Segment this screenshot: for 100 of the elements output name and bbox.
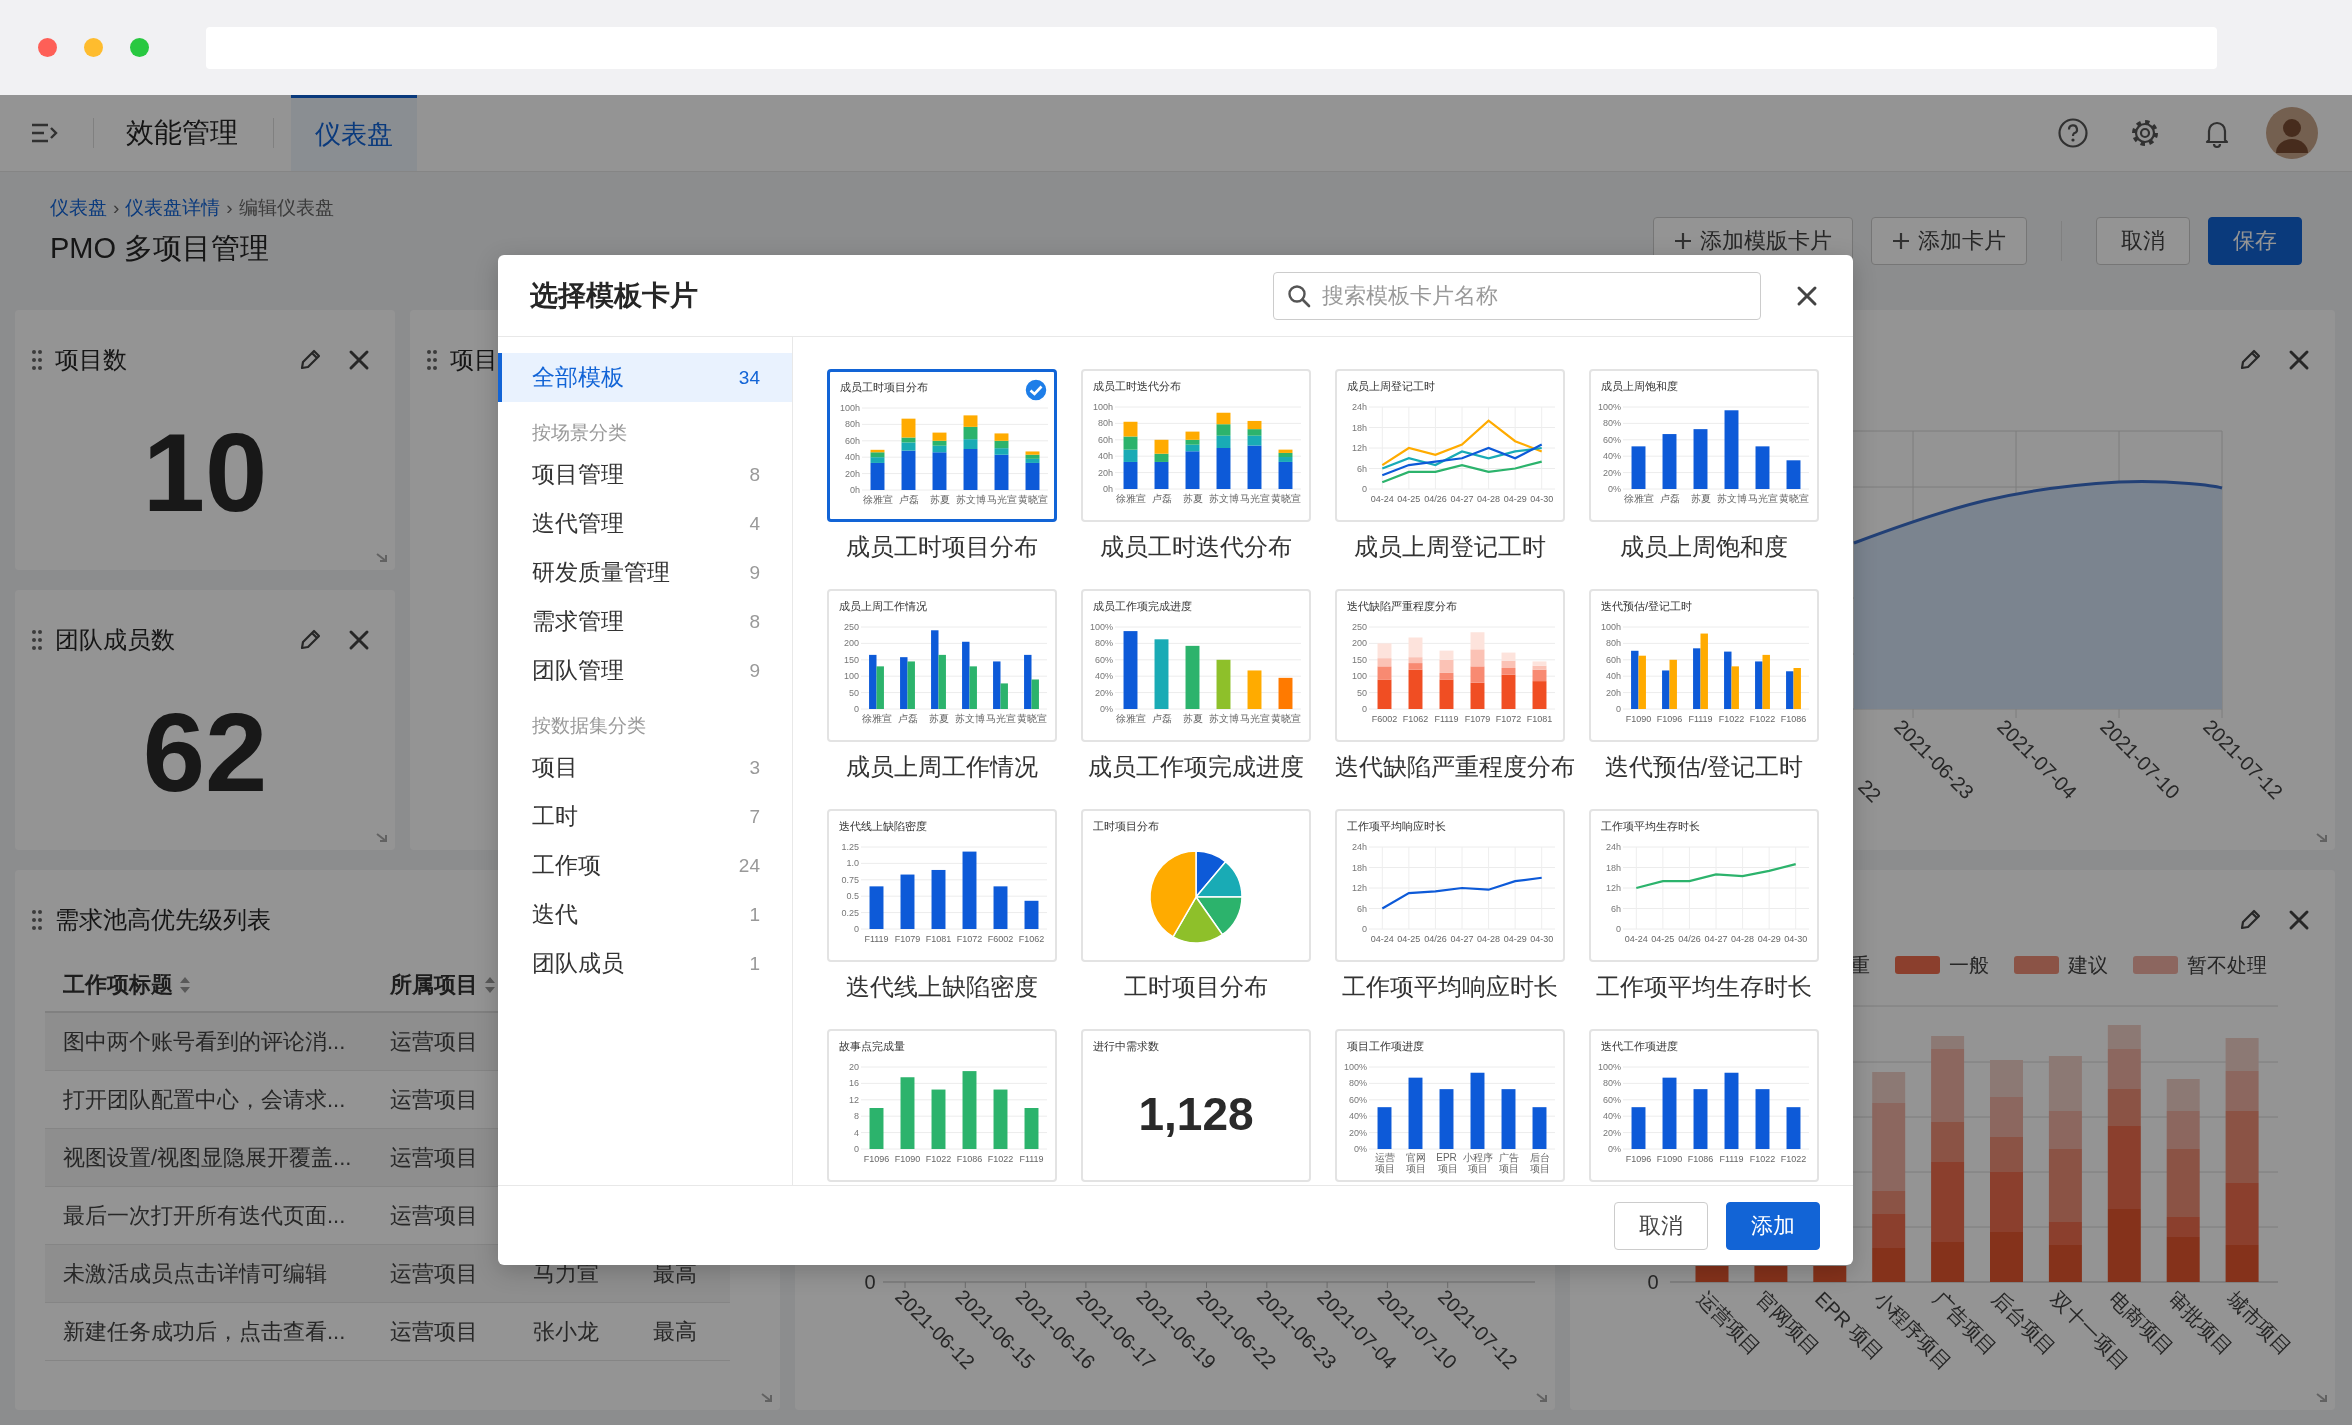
settings-icon[interactable] [2129,117,2161,149]
axis-label: 1.25 [841,842,859,852]
axis-label: 100h [1092,402,1113,412]
bar [1408,1077,1423,1149]
category-item[interactable]: 全部模板 34 [498,353,792,402]
bar [1662,1077,1677,1149]
axis-label: 0 [1616,704,1621,714]
axis-label: 22 [1854,775,1886,807]
save-button[interactable]: 保存 [2208,217,2302,265]
category-item[interactable]: 迭代 1 [498,890,792,939]
resize-handle-icon[interactable] [760,1390,774,1404]
category-item[interactable]: 项目管理 8 [498,450,792,499]
add-button[interactable]: 添加 [1726,1201,1820,1250]
close-icon[interactable] [347,348,371,372]
template-thumbnail[interactable]: 工作项平均生存时长 24h 18h 12h 6h 0 04-24 04-25 04/26 04-27 04-28 04-29 04-30 [1589,809,1819,962]
window-zoom-dot[interactable] [130,38,149,57]
drag-handle-icon[interactable] [31,629,43,651]
template-thumbnail[interactable]: 迭代工作项进度 100% 80% 60% 40% 20% 0% F1096 F1090 F1086 F1119 F1022 F1022 [1589,1029,1819,1182]
bar [1216,424,1231,436]
axis-label: F1090 [1625,714,1652,724]
template-thumbnail[interactable]: 迭代预估/登记工时 100h 80h 60h 40h 20h 0 F1090 F1096 F1119 F1022 F1022 F1086 [1589,589,1819,742]
avatar[interactable] [2266,107,2318,159]
table-cell: 视图设置/视图显隐展开覆盖... [63,1144,352,1170]
template-thumbnail[interactable]: 成员工作项完成进度 100% 80% 60% 40% 20% 0% 徐雅宣 卢磊 苏夏 苏文博马光宣黄晓宣 [1081,589,1311,742]
bar [1123,421,1138,437]
window-close-dot[interactable] [38,38,57,57]
category-item[interactable]: 团队管理 9 [498,646,792,695]
resize-handle-icon[interactable] [375,830,389,844]
axis-label: 60h [844,435,860,446]
axis-label: 60h [1097,434,1113,445]
legend-label: 建议 [2068,954,2108,976]
bar [1247,420,1262,430]
bar [993,886,1008,929]
template-thumbnail[interactable]: 成员上周登记工时 24h 18h 12h 6h 0 04-24 04-25 04/26 04-27 04-28 04-29 04-30 [1335,369,1565,522]
cancel-button[interactable]: 取消 [1614,1201,1708,1250]
bar [1154,639,1169,709]
column-header[interactable]: 所属项目 [390,969,478,1000]
category-item[interactable]: 团队成员 1 [498,939,792,988]
template-thumbnail[interactable]: 进行中需求数 1,128 [1081,1029,1311,1182]
bar [869,1108,884,1149]
template-thumbnail[interactable]: 成员上周饱和度 100% 80% 60% 40% 20% 0% 徐雅宣 卢磊 苏夏 苏文博马光宣黄晓宣 [1589,369,1819,522]
table-cell: 运营项目 [390,1260,478,1286]
resize-handle-icon[interactable] [2315,830,2329,844]
template-thumbnail[interactable]: 迭代缺陷严重程度分布 250 200 150 100 50 0 F6002 F1062 F1119 F1079 F1072 F1081 [1335,589,1565,742]
add-button[interactable]: 添加卡片 [1871,217,2027,265]
template-name: 成员工时迭代分布 [1100,533,1292,560]
template-thumbnail[interactable]: 成员工时迭代分布 100h 80h 60h 40h 20h 0h 徐雅宣 卢磊 苏夏 苏文博马光宣黄晓宣 [1081,369,1311,522]
axis-label: 200 [1351,638,1367,649]
category-item[interactable]: 项目 3 [498,743,792,792]
bar [1024,1108,1039,1149]
axis-label: 8 [854,1111,859,1122]
cancel-button[interactable]: 取消 [2096,217,2190,265]
bar [1501,652,1516,661]
resize-handle-icon[interactable] [1535,1390,1549,1404]
bar [1439,650,1454,660]
bar [900,1077,915,1149]
axis-label: 24h [1351,842,1367,852]
thumbnail-title: 工作项平均生存时长 [1601,819,1700,834]
axis-label: 250 [843,622,859,632]
axis-label: F1086 [956,1154,983,1164]
close-icon[interactable] [2287,348,2311,372]
drag-handle-icon[interactable] [426,349,438,371]
axis-label: 马光宣 [985,713,1016,724]
column-header[interactable]: 工作项标题 [63,969,173,1000]
axis-label: 04-28 [1477,494,1501,504]
template-name: 成员上周工作情况 [846,753,1038,780]
bar-segment [1695,1266,1729,1282]
help-icon[interactable] [2057,117,2089,149]
close-icon[interactable] [347,628,371,652]
template-thumbnail[interactable]: 迭代线上缺陷密度 1.25 1.0 0.75 0.5 0.25 0 F1119 F1079 F1081 F1072 F6002 F1062 [827,809,1057,962]
template-thumbnail[interactable]: 成员上周工作情况 250 200 150 100 50 0 徐雅宣 卢磊 苏夏 苏文博马光宣黄晓宣 [827,589,1057,742]
category-item[interactable]: 需求管理 8 [498,597,792,646]
template-thumbnail[interactable]: 项目工作项进度 100% 80% 60% 40% 20% 0% 运营项目 官网项目 EPR 项目 小程序项目 广告项目 后台项目 [1335,1029,1565,1182]
menu-icon[interactable] [30,121,60,145]
template-thumbnail[interactable]: 成员工时项目分布 100h 80h 60h 40h 20h 0h 徐雅宣 卢磊 苏夏 苏文博马光宣黄晓宣 [827,369,1057,522]
resize-handle-icon[interactable] [375,550,389,564]
category-item[interactable]: 迭代管理 4 [498,499,792,548]
thumbnail-title: 迭代工作项进度 [1601,1039,1678,1054]
bar [1755,446,1770,489]
axis-label: F1119 [864,934,889,944]
window-minimize-dot[interactable] [84,38,103,57]
template-thumbnail[interactable]: 工时项目分布 [1081,809,1311,962]
table-cell: 运营项目 [390,1202,478,1228]
category-item[interactable]: 工时 7 [498,792,792,841]
search-field[interactable]: 搜索模板卡片名称 [1273,271,1761,320]
drag-handle-icon[interactable] [31,349,43,371]
category-item[interactable]: 研发质量管理 9 [498,548,792,597]
axis-label: 后台项目 [1529,1152,1550,1174]
resize-handle-icon[interactable] [2315,1390,2329,1404]
drag-handle-icon[interactable] [31,909,43,931]
axis-label: F1022 [987,1154,1014,1164]
close-icon[interactable] [2287,908,2311,932]
axis-label: 0.25 [841,907,859,918]
template-thumbnail[interactable]: 工作项平均响应时长 24h 18h 12h 6h 0 04-24 04-25 04/26 04-27 04-28 04-29 04-30 [1335,809,1565,962]
axis-label: 80% [1603,418,1621,429]
template-thumbnail[interactable]: 故事点完成量 20 16 12 8 4 0 F1096 F1090 F1022 F1086 F1022 F1119 [827,1029,1057,1182]
axis-label: F1079 [894,934,921,944]
axis-label: 04-30 [1784,934,1808,944]
breadcrumb-separator: › [113,197,120,219]
category-item[interactable]: 工作项 24 [498,841,792,890]
